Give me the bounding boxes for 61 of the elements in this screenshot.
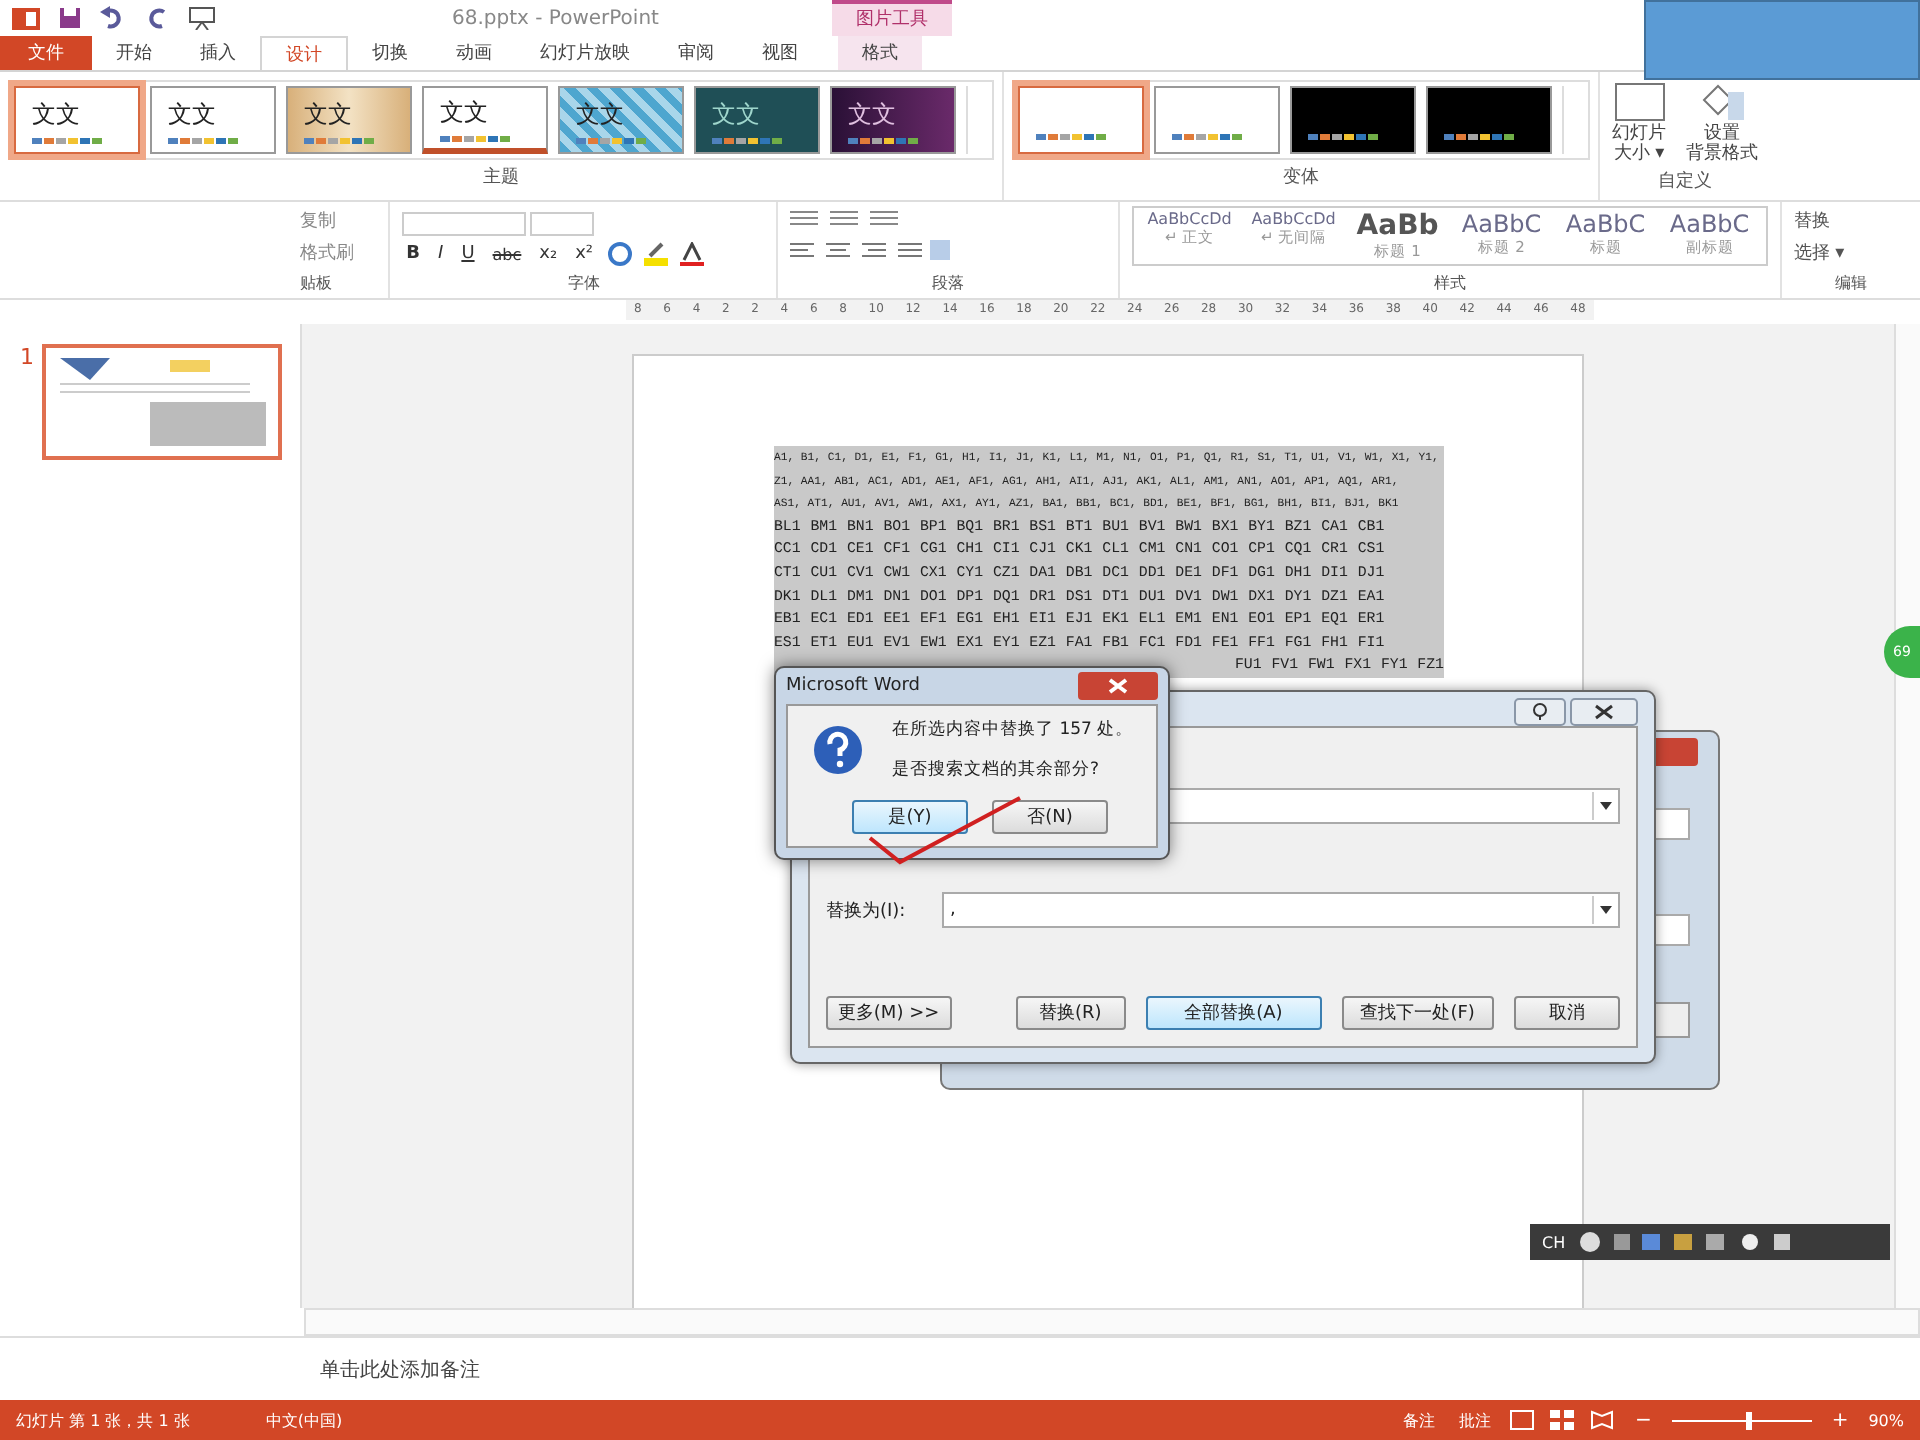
ribbon-button[interactable]: 选择 ▾ [1793,240,1845,266]
group-label: 自定义 [1658,169,1712,194]
ribbon-button[interactable]: 替换 [1793,208,1830,234]
dialog-button[interactable]: 取消 [1513,996,1620,1030]
group-label: 编辑 [1834,272,1867,294]
group-label: 主题 [483,165,519,190]
field-label: 替换为(I): [826,899,908,923]
notes-button[interactable]: 备注 [1398,1409,1439,1431]
dialog-button[interactable]: 否(N) [992,800,1108,834]
ribbon-button[interactable]: 设置 背景格式 [1682,80,1762,164]
format-button[interactable]: abc [488,245,526,263]
language-bar: CH [1530,1224,1890,1260]
theme-thumbnail[interactable]: 文文 [150,86,276,154]
contextual-tab-group: 图片工具 [832,0,952,36]
ribbon-tab[interactable]: 开始 [92,36,176,70]
format-button[interactable]: I [434,244,448,264]
window-title: 68.pptx - PowerPoint [452,7,661,29]
format-button[interactable]: x₂ [535,244,562,264]
zoom-level[interactable]: 90% [1868,1411,1904,1429]
ribbon-tab[interactable]: 切换 [348,36,432,70]
group-label: 贴板 [300,272,332,294]
theme-thumbnail[interactable]: 文文 [422,86,548,154]
ribbon-tab[interactable]: 审阅 [654,36,738,70]
theme-thumbnail[interactable]: 文文 [558,86,684,154]
group-label: 字体 [567,272,600,294]
dialog-button[interactable]: 更多(M) >> [826,996,952,1030]
comments-button[interactable]: 批注 [1454,1409,1495,1431]
format-button[interactable]: B [402,244,425,264]
zoom-out-button[interactable]: − [1630,1409,1656,1431]
group-label: 变体 [1283,165,1319,190]
notes-placeholder[interactable]: 单击此处添加备注 [320,1355,480,1383]
ribbon-tab[interactable]: 视图 [738,36,822,70]
group-label: 样式 [1433,272,1466,294]
group-label: 段落 [932,272,965,294]
slide-number: 1 [20,344,34,374]
format-button[interactable]: U [457,244,479,264]
dialog-title: Microsoft Word [786,676,920,696]
theme-thumbnail[interactable]: 文文 [14,86,140,154]
language-indicator[interactable]: 中文(中国) [265,1409,343,1431]
zoom-in-button[interactable]: + [1827,1409,1853,1431]
theme-thumbnail[interactable]: 文文 [694,86,820,154]
ribbon-tab[interactable]: 插入 [176,36,260,70]
ribbon-button[interactable]: 幻灯片 大小 ▾ [1608,80,1670,164]
dialog-button[interactable]: 查找下一处(F) [1341,996,1494,1030]
dialog-button[interactable]: 是(Y) [852,800,968,834]
message-text: 是否搜索文档的其余部分? [892,758,1102,782]
dialog-button[interactable]: 替换(R) [1015,996,1126,1030]
ribbon-tab[interactable]: 文件 [0,36,92,70]
ribbon-tab[interactable]: 设计 [260,36,348,70]
theme-thumbnail[interactable]: 文文 [830,86,956,154]
ribbon-tab[interactable]: 格式 [838,36,922,70]
message-text: 在所选内容中替换了 157 处。 [892,718,1134,742]
replace-field[interactable]: , [942,892,1620,928]
slide-counter: 幻灯片 第 1 张，共 1 张 [16,1409,190,1431]
ribbon-button[interactable]: 格式刷 [300,240,354,266]
format-button[interactable]: x² [571,244,598,264]
dialog-button[interactable]: 全部替换(A) [1145,996,1322,1030]
ribbon-button[interactable]: 复制 [300,208,336,234]
ribbon-tab[interactable]: 动画 [432,36,516,70]
ribbon-tab[interactable]: 幻灯片放映 [516,36,654,70]
theme-thumbnail[interactable]: 文文 [286,86,412,154]
